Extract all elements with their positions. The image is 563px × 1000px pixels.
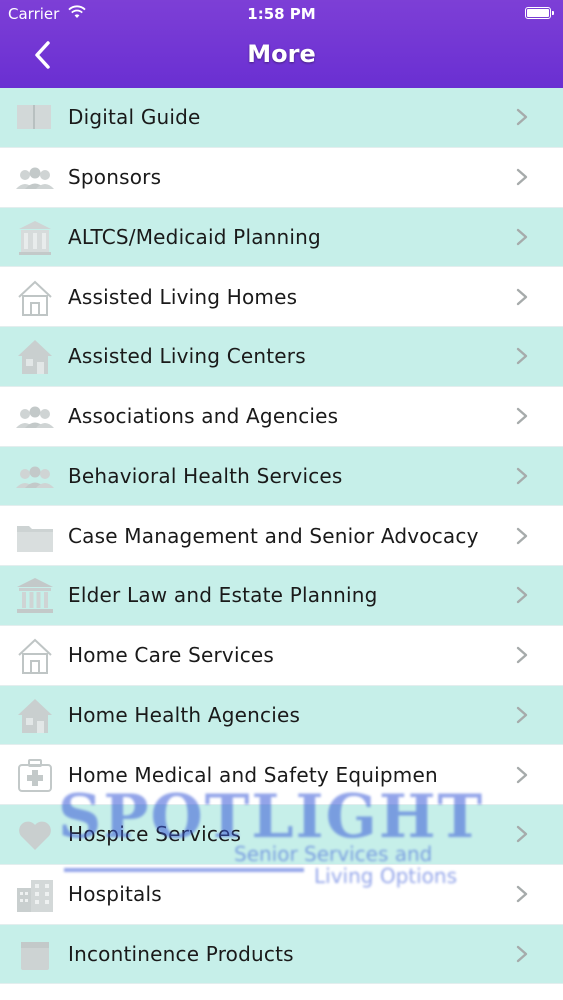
list-item[interactable]: Home Medical and Safety Equipmen [0,745,563,805]
chevron-right-icon [516,587,528,604]
courthouse-icon [17,578,53,614]
people-icon [16,167,54,190]
list-item[interactable]: Hospitals [0,865,563,925]
first-aid-icon [18,758,52,792]
navigation-bar: Carrier 1:58 PM More [0,0,563,88]
folder-icon [17,525,53,552]
chevron-right-icon [516,885,528,903]
list-item[interactable]: Assisted Living Centers [0,327,563,387]
list-item-label: Hospitals [68,882,162,907]
list-item-label: Home Care Services [68,643,275,668]
list-item-label: Assisted Living Centers [68,344,306,369]
chevron-right-icon [516,228,528,246]
house-outline-icon [18,280,52,316]
chevron-right-icon [516,826,528,843]
list-item-label: Assisted Living Homes [68,284,298,309]
list-item[interactable]: Home Care Services [0,626,563,686]
chevron-right-icon [516,706,528,724]
list-item[interactable]: Home Health Agencies [0,685,563,746]
chevron-right-icon [516,407,528,425]
list-item-label: Digital Guide [68,105,201,130]
chevron-right-icon [516,348,528,365]
chevron-right-icon [516,527,528,544]
house-outline-icon [18,638,52,675]
status-bar: Carrier 1:58 PM [0,0,563,30]
list-item-label: Sponsors [68,165,162,190]
house-icon [18,698,52,733]
building-icon [19,220,51,255]
chevron-right-icon [516,646,528,664]
list-item[interactable]: Associations and Agencies [0,387,563,447]
people-icon [16,406,54,429]
list-item-label: Incontinence Products [68,941,294,966]
list-item-label: Home Health Agencies [68,702,301,727]
status-time: 1:58 PM [247,5,316,23]
list-item-label: Case Management and Senior Advocacy [68,523,479,548]
chevron-right-icon [516,109,528,126]
chevron-right-icon [516,467,528,485]
list-item-label: ALTCS/Medicaid Planning [68,224,321,249]
heart-icon [19,821,51,851]
list-item-label: Elder Law and Estate Planning [68,583,378,608]
people-icon [16,466,54,488]
box-icon [21,941,49,970]
house-icon [18,340,52,375]
battery-icon [525,7,554,19]
list-item[interactable]: Elder Law and Estate Planning [0,566,563,626]
list-item[interactable]: Assisted Living Homes [0,267,563,327]
list-item-label: Hospice Services [68,822,242,847]
list-item[interactable]: Behavioral Health Services [0,446,563,507]
page-title: More [247,40,316,68]
hospital-icon [17,880,53,913]
list-item-label: Home Medical and Safety Equipmen [68,762,438,787]
book-icon [17,105,51,130]
list-item[interactable]: Sponsors [0,148,563,208]
list-item[interactable]: Case Management and Senior Advocacy [0,506,563,566]
chevron-right-icon [516,766,528,783]
list-item[interactable]: Digital Guide [0,88,563,148]
list-item[interactable]: ALTCS/Medicaid Planning [0,207,563,268]
list-item-label: Behavioral Health Services [68,463,343,488]
more-menu-list: Digital Guide Sponsors ALTCS/Medicaid Plan… [0,88,563,985]
chevron-right-icon [516,945,528,963]
list-item[interactable]: Incontinence Products [0,924,563,985]
list-item-label: Associations and Agencies [68,404,339,429]
list-item[interactable]: Hospice Services [0,805,563,865]
chevron-right-icon [516,288,528,305]
chevron-right-icon [516,168,528,186]
